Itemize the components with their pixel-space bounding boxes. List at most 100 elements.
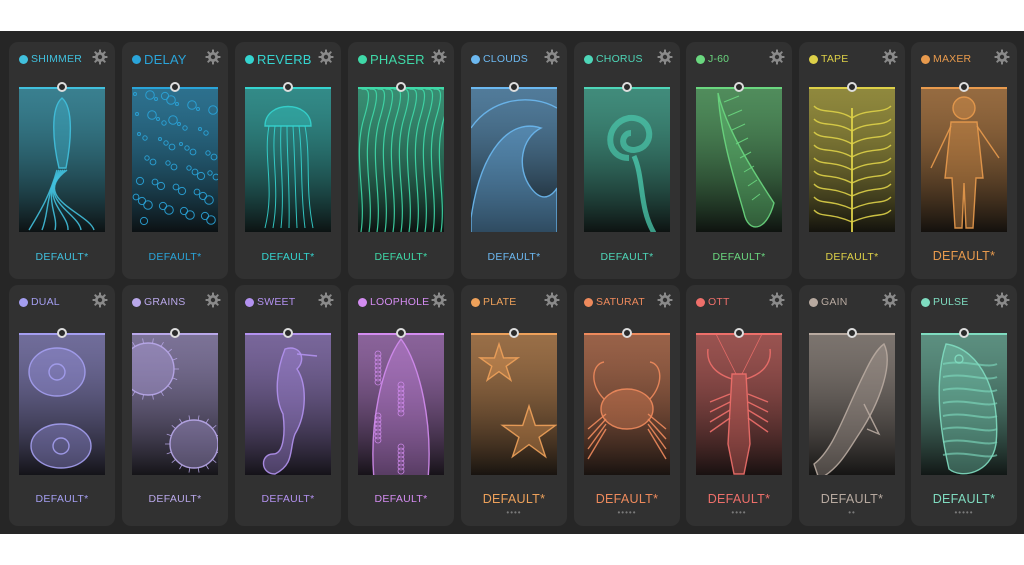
mix-slider-handle[interactable] <box>622 328 632 338</box>
effect-name: SHIMMER <box>31 53 82 65</box>
mix-slider-handle[interactable] <box>283 82 293 92</box>
diver-icon <box>921 88 1007 232</box>
mix-slider-handle[interactable] <box>170 328 180 338</box>
effect-card-saturat[interactable]: SATURAT DEFAULT* ••••• <box>574 285 680 526</box>
effect-card-clouds[interactable]: CLOUDS DEFAULT* <box>461 42 567 279</box>
preset-selector[interactable]: DEFAULT* <box>911 249 1017 263</box>
preset-selector[interactable]: DEFAULT* <box>911 492 1017 506</box>
power-toggle[interactable] <box>471 54 480 64</box>
power-toggle[interactable] <box>471 297 480 307</box>
effect-card-phaser[interactable]: PHASER DEFAULT* <box>348 42 454 279</box>
gear-icon[interactable] <box>431 49 447 65</box>
gear-icon[interactable] <box>994 292 1010 308</box>
mix-slider-handle[interactable] <box>57 328 67 338</box>
gear-icon[interactable] <box>657 49 673 65</box>
preset-selector[interactable]: DEFAULT* <box>799 492 905 506</box>
power-toggle[interactable] <box>132 54 141 64</box>
mix-slider-handle[interactable] <box>847 328 857 338</box>
gear-icon[interactable] <box>544 49 560 65</box>
preset-selector[interactable]: DEFAULT* <box>461 251 567 263</box>
effect-card-maxer[interactable]: MAXER DEFAULT* <box>911 42 1017 279</box>
effect-card-gain[interactable]: GAIN DEFAULT* •• <box>799 285 905 526</box>
preset-selector[interactable]: DEFAULT* <box>9 251 115 263</box>
mix-slider-handle[interactable] <box>396 328 406 338</box>
mix-slider-handle[interactable] <box>959 82 969 92</box>
power-toggle[interactable] <box>696 297 705 307</box>
power-toggle[interactable] <box>358 297 367 307</box>
preset-page-dots: ••••• <box>954 508 974 517</box>
effect-card-ott[interactable]: OTT DEFAULT* •••• <box>686 285 792 526</box>
effect-name: GRAINS <box>144 296 186 308</box>
gear-icon[interactable] <box>205 49 221 65</box>
mix-slider-handle[interactable] <box>959 328 969 338</box>
power-toggle[interactable] <box>696 54 705 64</box>
gear-icon[interactable] <box>431 292 447 308</box>
effect-card-pulse[interactable]: PULSE DEFAULT* ••••• <box>911 285 1017 526</box>
effect-name: DELAY <box>144 51 187 67</box>
preset-selector[interactable]: DEFAULT* <box>799 251 905 263</box>
mix-slider-handle[interactable] <box>170 82 180 92</box>
effect-name: CHORUS <box>596 53 643 65</box>
power-toggle[interactable] <box>921 297 930 307</box>
gear-icon[interactable] <box>205 292 221 308</box>
urchin-icon <box>132 334 218 475</box>
mix-slider-handle[interactable] <box>509 328 519 338</box>
power-toggle[interactable] <box>132 297 141 307</box>
preset-selector[interactable]: DEFAULT* <box>574 492 680 506</box>
effect-card-loophole[interactable]: LOOPHOLE DEFAULT* <box>348 285 454 526</box>
preset-selector[interactable]: DEFAULT* <box>686 492 792 506</box>
mix-slider-handle[interactable] <box>622 82 632 92</box>
mix-slider-handle[interactable] <box>57 82 67 92</box>
gear-icon[interactable] <box>882 49 898 65</box>
gear-icon[interactable] <box>769 49 785 65</box>
mix-slider-handle[interactable] <box>396 82 406 92</box>
power-toggle[interactable] <box>809 297 818 307</box>
mix-slider-handle[interactable] <box>734 82 744 92</box>
preset-selector[interactable]: DEFAULT* <box>122 493 228 505</box>
jellyfish-icon <box>245 88 331 232</box>
power-toggle[interactable] <box>19 297 28 307</box>
mix-slider-handle[interactable] <box>509 82 519 92</box>
effect-card-shimmer[interactable]: SHIMMER DEFAULT* <box>9 42 115 279</box>
mix-slider-handle[interactable] <box>847 82 857 92</box>
effect-card-chorus[interactable]: CHORUS DEFAULT* <box>574 42 680 279</box>
effect-card-delay[interactable]: DELAY DEFAULT* <box>122 42 228 279</box>
preset-selector[interactable]: DEFAULT* <box>686 251 792 263</box>
power-toggle[interactable] <box>19 54 28 64</box>
mix-slider-handle[interactable] <box>734 328 744 338</box>
power-toggle[interactable] <box>245 54 254 64</box>
effect-card-tape[interactable]: TAPE DEFAULT* <box>799 42 905 279</box>
gear-icon[interactable] <box>318 49 334 65</box>
seahorse-icon <box>245 334 331 475</box>
preset-selector[interactable]: DEFAULT* <box>348 251 454 263</box>
preset-selector[interactable]: DEFAULT* <box>9 493 115 505</box>
preset-selector[interactable]: DEFAULT* <box>348 493 454 505</box>
effect-card-sweet[interactable]: SWEET DEFAULT* <box>235 285 341 526</box>
preset-selector[interactable]: DEFAULT* <box>235 251 341 263</box>
gear-icon[interactable] <box>92 49 108 65</box>
power-toggle[interactable] <box>245 297 254 307</box>
effect-card-j-60[interactable]: J-60 DEFAULT* <box>686 42 792 279</box>
power-toggle[interactable] <box>358 54 367 64</box>
effect-card-dual[interactable]: DUAL DEFAULT* <box>9 285 115 526</box>
preset-selector[interactable]: DEFAULT* <box>122 251 228 263</box>
effect-card-plate[interactable]: PLATE DEFAULT* •••• <box>461 285 567 526</box>
effect-card-reverb[interactable]: REVERB DEFAULT* <box>235 42 341 279</box>
preset-selector[interactable]: DEFAULT* <box>235 493 341 505</box>
preset-selector[interactable]: DEFAULT* <box>574 251 680 263</box>
gear-icon[interactable] <box>318 292 334 308</box>
power-toggle[interactable] <box>809 54 818 64</box>
gear-icon[interactable] <box>882 292 898 308</box>
gear-icon[interactable] <box>544 292 560 308</box>
gear-icon[interactable] <box>769 292 785 308</box>
mix-slider-handle[interactable] <box>283 328 293 338</box>
gear-icon[interactable] <box>92 292 108 308</box>
power-toggle[interactable] <box>584 54 593 64</box>
gear-icon[interactable] <box>657 292 673 308</box>
dolphin-icon <box>809 334 895 475</box>
effect-card-grains[interactable]: GRAINS DEFAULT* <box>122 285 228 526</box>
preset-selector[interactable]: DEFAULT* <box>461 492 567 506</box>
gear-icon[interactable] <box>994 49 1010 65</box>
power-toggle[interactable] <box>921 54 930 64</box>
power-toggle[interactable] <box>584 297 593 307</box>
